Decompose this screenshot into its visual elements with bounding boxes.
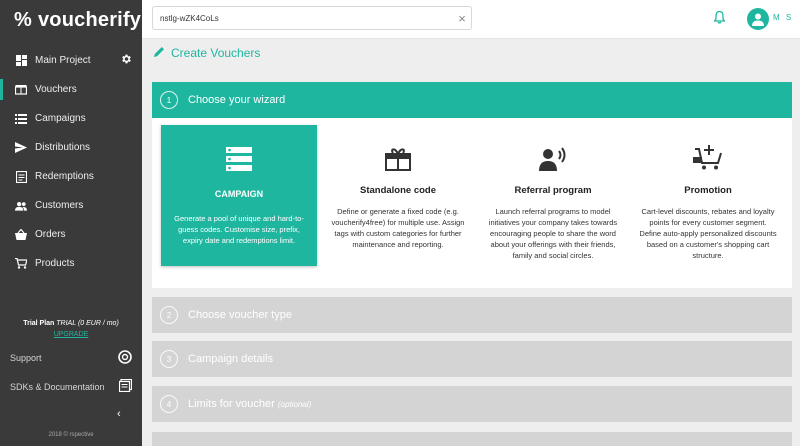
sidebar-item-label: Distributions (35, 142, 91, 153)
support-label: Support (10, 353, 42, 363)
top-bar: × M S (142, 0, 800, 39)
person-speaking-icon (475, 135, 631, 171)
stack-icon (161, 135, 317, 171)
step-number: 1 (160, 91, 178, 109)
logo[interactable]: % voucherify (0, 0, 142, 40)
avatar[interactable] (747, 8, 769, 30)
docs-label: SDKs & Documentation (10, 381, 105, 392)
percent-logo-icon: % (14, 8, 32, 31)
cart-icon (15, 258, 27, 270)
pencil-icon (154, 46, 165, 60)
collapse-sidebar-chevron-icon[interactable]: ‹ (117, 408, 121, 420)
book-icon (118, 378, 133, 394)
docs-link[interactable]: SDKs & Documentation (10, 378, 133, 394)
step-choose-voucher-type[interactable]: 2 Choose voucher type (152, 297, 792, 333)
step-label: Choose your wizard (188, 94, 286, 106)
sidebar-item-customers[interactable]: Customers (0, 191, 142, 220)
clear-search-close-icon[interactable]: × (453, 11, 471, 26)
step-optional-tag: (optional) (277, 400, 312, 409)
card-description: Launch referral programs to model initia… (488, 207, 618, 260)
sidebar-item-vouchers[interactable]: Vouchers (0, 75, 142, 104)
document-icon (15, 170, 27, 183)
card-description: Generate a pool of unique and hard-to-gu… (174, 214, 304, 245)
card-title: CAMPAIGN (214, 189, 264, 199)
support-link[interactable]: Support (10, 350, 132, 366)
step-next-partial[interactable] (152, 432, 792, 446)
sidebar-item-distributions[interactable]: Distributions (0, 133, 142, 162)
step-label-text: Limits for voucher (188, 398, 275, 410)
card-title: Standalone code (359, 185, 436, 196)
card-title: Referral program (514, 185, 592, 196)
card-description: Define or generate a fixed code (e.g. vo… (331, 207, 465, 249)
sidebar-item-label: Redemptions (35, 171, 94, 182)
sidebar-item-label: Orders (35, 229, 66, 240)
card-description: Cart-level discounts, rebates and loyalt… (639, 207, 777, 260)
step-choose-wizard[interactable]: 1 Choose your wizard (152, 82, 792, 118)
sidebar-item-redemptions[interactable]: Redemptions (0, 162, 142, 191)
step-label: Choose voucher type (188, 309, 292, 321)
user-initials[interactable]: M S (773, 13, 793, 22)
copyright: 2018 © rspective (48, 432, 94, 438)
sidebar-nav: Main Project Vouchers Campaigns Distribu… (0, 46, 142, 278)
people-icon (15, 200, 27, 212)
sidebar: % voucherify Main Project Vouchers Campa… (0, 0, 142, 446)
search-input[interactable] (153, 12, 453, 24)
step-label: Limits for voucher (optional) (188, 398, 311, 410)
promo-cart-icon (630, 135, 786, 171)
page-title-text: Create Vouchers (171, 46, 261, 60)
sidebar-item-main-project[interactable]: Main Project (0, 46, 142, 75)
step-campaign-details[interactable]: 3 Campaign details (152, 341, 792, 377)
plan-info: Trial Plan TRIAL (0 EUR / mo) UPGRADE (0, 318, 142, 340)
sidebar-item-label: Products (35, 258, 75, 269)
sidebar-item-label: Campaigns (35, 113, 86, 124)
sidebar-item-campaigns[interactable]: Campaigns (0, 104, 142, 133)
send-icon (15, 142, 27, 154)
step-limits-for-voucher[interactable]: 4 Limits for voucher (optional) (152, 386, 792, 422)
step-number: 4 (160, 395, 178, 413)
promotion-card[interactable]: Promotion Cart-level discounts, rebates … (630, 125, 786, 266)
logo-text: voucherify (37, 8, 142, 31)
sidebar-item-label: Vouchers (35, 84, 77, 95)
search-box: × (152, 6, 472, 30)
step-number: 3 (160, 350, 178, 368)
sidebar-item-label: Customers (35, 200, 84, 211)
sidebar-item-orders[interactable]: Orders (0, 220, 142, 249)
dashboard-icon (15, 55, 27, 67)
list-icon (15, 113, 27, 125)
ticket-icon (15, 84, 27, 96)
sidebar-item-products[interactable]: Products (0, 249, 142, 278)
step-number: 2 (160, 306, 178, 324)
standalone-code-card[interactable]: Standalone code Define or generate a fix… (320, 125, 476, 266)
step-label: Campaign details (188, 353, 273, 365)
plan-detail: TRIAL (0 EUR / mo) (56, 320, 119, 327)
gift-box-icon (320, 135, 476, 171)
sidebar-item-label: Main Project (35, 55, 91, 66)
lifebuoy-icon (118, 350, 132, 366)
campaign-card[interactable]: CAMPAIGN Generate a pool of unique and h… (161, 125, 317, 266)
card-title: Promotion (684, 185, 732, 196)
basket-icon (15, 229, 27, 241)
plan-name: Trial Plan (23, 320, 55, 327)
wizard-panel: CAMPAIGN Generate a pool of unique and h… (152, 118, 792, 288)
bell-icon[interactable] (713, 10, 726, 29)
referral-program-card[interactable]: Referral program Launch referral program… (475, 125, 631, 266)
page-title: Create Vouchers (154, 46, 260, 60)
upgrade-link[interactable]: UPGRADE (0, 329, 142, 340)
gear-icon[interactable] (120, 53, 132, 68)
